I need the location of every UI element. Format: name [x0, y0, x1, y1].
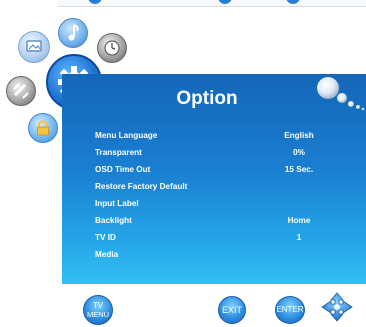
enter-label: ENTER	[276, 305, 304, 314]
tv-menu-line1: TV	[92, 301, 104, 310]
menu-item-transparent[interactable]: Transparent 0%	[95, 144, 345, 161]
menu-item-label: Transparent	[95, 148, 142, 157]
menu-item-label: Restore Factory Default	[95, 182, 188, 191]
menu-item-value: Home	[287, 216, 311, 225]
menu-item-input-label[interactable]: Input Label	[95, 195, 345, 212]
menu-item-restore-factory-default[interactable]: Restore Factory Default	[95, 178, 345, 195]
menu-item-value: 15 Sec.	[284, 165, 314, 174]
dpad-icon[interactable]	[319, 292, 355, 322]
picture-icon[interactable]	[18, 31, 50, 63]
tv-menu-button[interactable]: TV MENU	[83, 295, 113, 325]
menu-item-label: OSD Time Out	[95, 165, 151, 174]
menu-item-label: Menu Language	[95, 131, 158, 140]
page-title: Option	[176, 88, 238, 109]
menu-item-value: 1	[296, 233, 302, 242]
music-note-icon[interactable]	[58, 18, 88, 48]
tv-menu-line2: MENU	[86, 310, 110, 319]
top-edge-strip	[58, 0, 366, 7]
menu-item-tv-id[interactable]: TV ID 1	[95, 229, 345, 246]
bubbles-decoration	[316, 76, 366, 112]
menu-item-label: Input Label	[95, 199, 139, 208]
menu-item-value: English	[284, 131, 314, 140]
enter-button[interactable]: ENTER	[275, 296, 305, 324]
menu-item-osd-time-out[interactable]: OSD Time Out 15 Sec.	[95, 161, 345, 178]
option-menu: Menu Language English Transparent 0% OSD…	[95, 127, 345, 263]
lock-icon[interactable]	[28, 113, 58, 143]
exit-button[interactable]: EXIT	[218, 296, 246, 324]
cropped-icon	[286, 0, 300, 4]
menu-item-media[interactable]: Media	[95, 246, 345, 263]
cropped-icon	[218, 0, 232, 4]
clock-icon[interactable]	[97, 33, 127, 63]
menu-item-backlight[interactable]: Backlight Home	[95, 212, 345, 229]
menu-item-label: TV ID	[95, 233, 116, 242]
menu-item-menu-language[interactable]: Menu Language English	[95, 127, 345, 144]
menu-item-value: 0%	[293, 148, 305, 157]
menu-item-label: Backlight	[95, 216, 132, 225]
menu-item-label: Media	[95, 250, 119, 259]
cropped-icon	[88, 0, 102, 4]
satellite-icon[interactable]	[6, 76, 36, 106]
bottom-bar: TV MENU EXIT ENTER	[62, 284, 366, 325]
exit-label: EXIT	[221, 305, 242, 315]
